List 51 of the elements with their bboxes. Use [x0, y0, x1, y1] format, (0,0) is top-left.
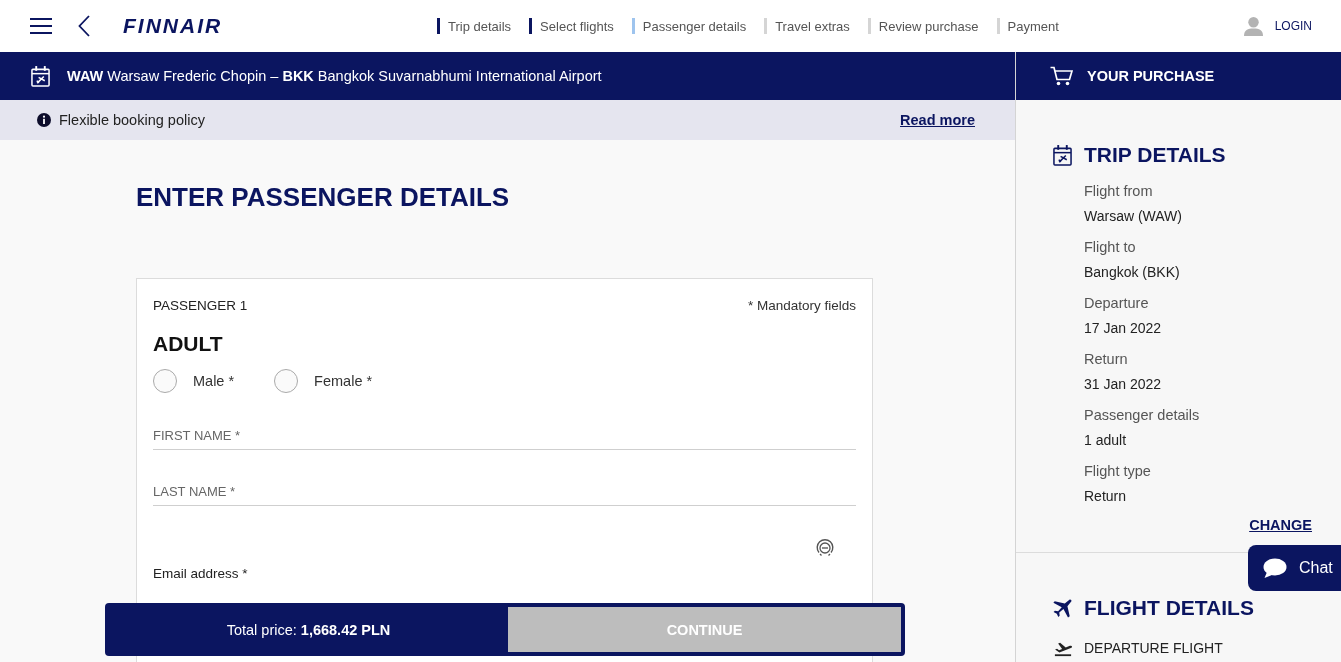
cart-icon	[1050, 66, 1073, 86]
detail-label: Flight to	[1084, 238, 1136, 257]
detail-value: Return	[1084, 487, 1127, 506]
progress-step[interactable]: Select flights	[540, 18, 614, 34]
back-chevron-icon[interactable]	[78, 15, 90, 37]
detail-value: 31 Jan 2022	[1084, 375, 1162, 394]
page-title: ENTER PASSENGER DETAILS	[136, 181, 510, 214]
progress-step[interactable]: Review purchase	[878, 18, 979, 34]
menu-icon[interactable]	[30, 18, 52, 34]
progress-step[interactable]: Payment	[1007, 18, 1059, 34]
detail-label: Flight type	[1084, 462, 1151, 481]
passenger-type: ADULT	[153, 331, 223, 357]
calendar-plane-icon	[31, 65, 50, 87]
airplane-icon	[1053, 598, 1072, 618]
detail-value: Warsaw (WAW)	[1084, 207, 1182, 226]
calendar-plane-icon	[1053, 144, 1072, 166]
section-title: TRIP DETAILS	[1084, 142, 1226, 168]
change-link[interactable]: CHANGE	[1249, 517, 1312, 533]
read-more-link[interactable]: Read more	[900, 112, 975, 128]
section-title: FLIGHT DETAILS	[1084, 595, 1254, 621]
detail-value: 1 adult	[1084, 431, 1127, 450]
field-label: Email address *	[153, 565, 248, 583]
mandatory-note: * Mandatory fields	[747, 297, 856, 315]
detail-label: Flight from	[1084, 182, 1153, 201]
text-field[interactable]: FIRST NAME *	[153, 421, 856, 450]
radio-label[interactable]: Male *	[193, 373, 235, 389]
progress-step[interactable]: Trip details	[448, 18, 512, 34]
chat-button[interactable]: Chat	[1248, 545, 1341, 591]
passenger-label: PASSENGER 1	[153, 297, 248, 315]
logo[interactable]: FINNAIR	[123, 14, 223, 38]
detail-label: Return	[1084, 350, 1128, 369]
detail-value: Bangkok (BKK)	[1084, 263, 1180, 282]
ellipsis-circle-icon	[816, 539, 834, 557]
notice-text: Flexible booking policy	[59, 112, 205, 128]
radio-button[interactable]	[153, 369, 177, 393]
flight-label: DEPARTURE FLIGHT	[1084, 639, 1223, 658]
radio-button[interactable]	[274, 369, 299, 393]
progress-step[interactable]: Travel extras	[775, 18, 850, 34]
detail-label: Departure	[1084, 294, 1149, 313]
info-icon	[37, 113, 51, 127]
total-price: Total price: 1,668.42 PLN	[225, 620, 392, 640]
speech-bubble-icon	[1263, 557, 1287, 579]
login-link[interactable]: LOGIN	[1274, 19, 1312, 33]
purchase-title: YOUR PURCHASE	[1087, 68, 1215, 84]
progress-step[interactable]: Passenger details	[642, 18, 747, 34]
route-text: WAW Warsaw Frederic Chopin – BKK Bangkok Suvarnabhumi International Airport	[67, 68, 602, 84]
user-silhouette-icon	[1243, 16, 1263, 36]
detail-value: 17 Jan 2022	[1084, 319, 1162, 338]
detail-label: Passenger details	[1084, 406, 1200, 425]
radio-label[interactable]: Female *	[314, 373, 373, 389]
text-field[interactable]: LAST NAME *	[153, 477, 856, 506]
